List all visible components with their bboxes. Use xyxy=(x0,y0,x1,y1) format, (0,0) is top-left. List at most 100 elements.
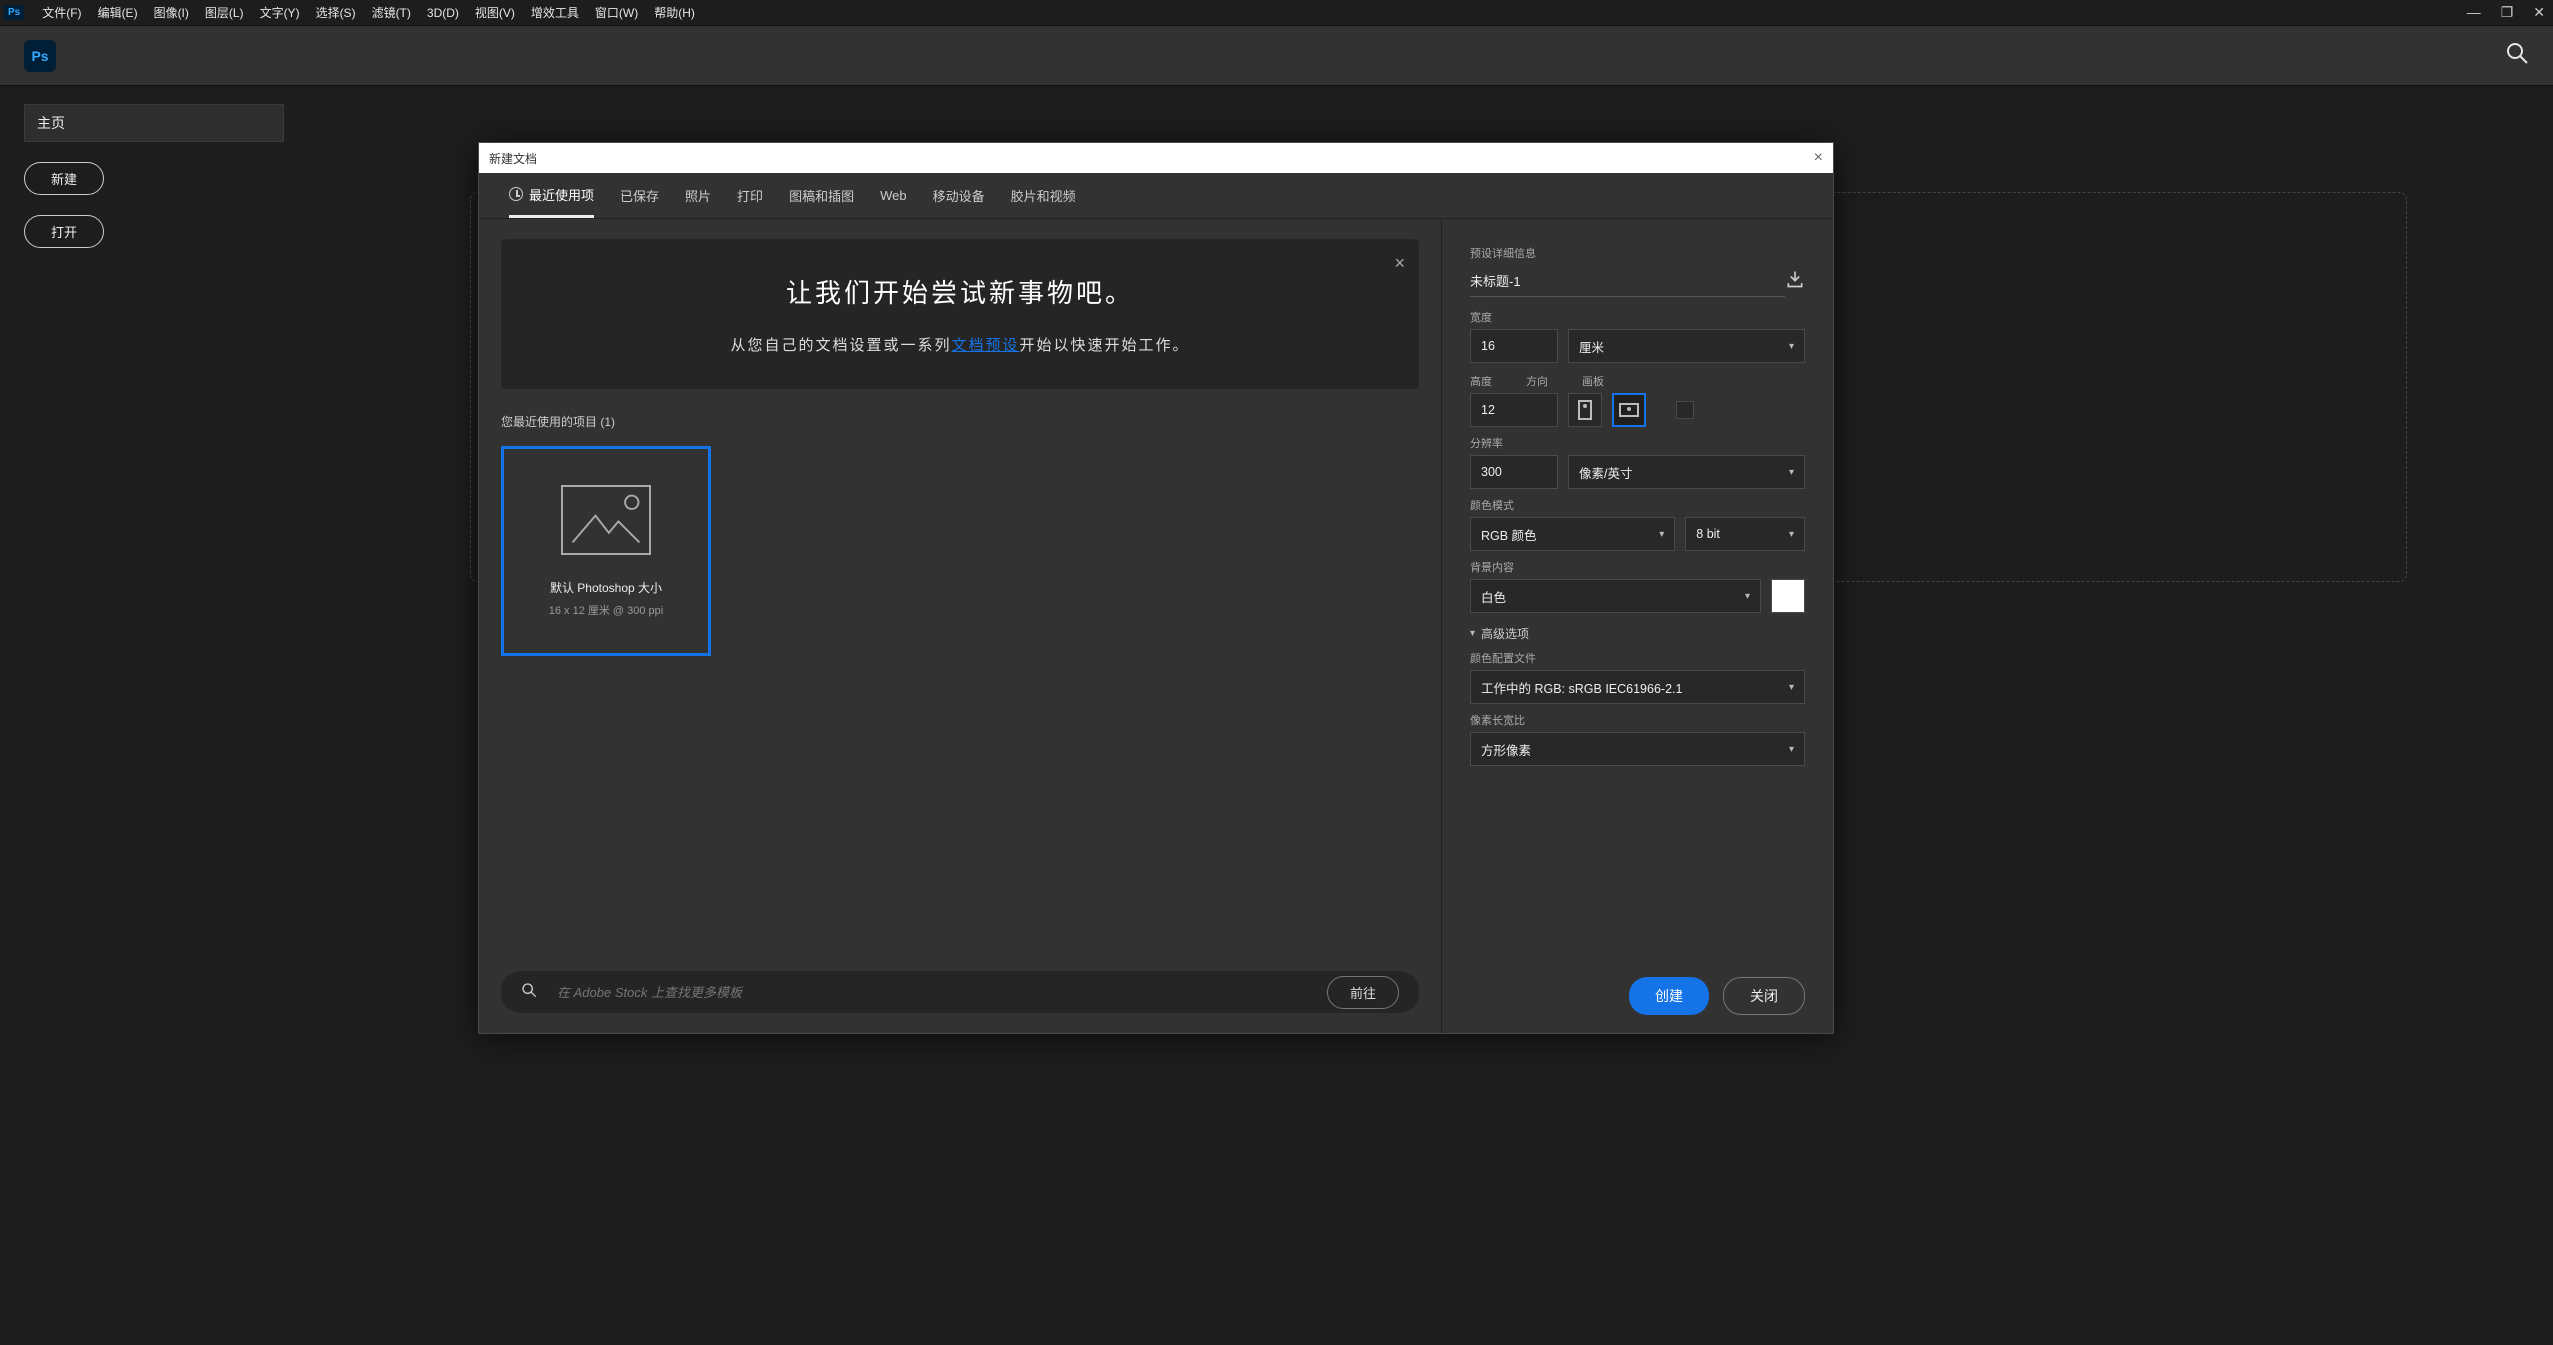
tab-saved[interactable]: 已保存 xyxy=(620,173,659,218)
tab-recent[interactable]: 最近使用项 xyxy=(509,173,594,218)
close-button[interactable]: 关闭 xyxy=(1723,977,1805,1015)
doc-name-input[interactable]: 未标题-1 xyxy=(1470,265,1785,297)
stock-search-bar: 前往 xyxy=(501,971,1419,1013)
hero-text-before: 从您自己的文档设置或一系列 xyxy=(730,337,951,354)
menu-layer[interactable]: 图层(L) xyxy=(197,0,252,25)
dialog-right-panel: 预设详细信息 未标题-1 宽度 厘米 ▾ xyxy=(1441,219,1833,1033)
stock-go-button[interactable]: 前往 xyxy=(1327,976,1399,1009)
dialog-tabs: 最近使用项 已保存 照片 打印 图稿和插图 Web 移动设备 胶片和视频 xyxy=(479,173,1833,219)
width-label: 宽度 xyxy=(1470,309,1805,325)
new-button[interactable]: 新建 xyxy=(24,162,104,195)
preset-title: 默认 Photoshop 大小 xyxy=(550,579,662,596)
chevron-down-icon: ▾ xyxy=(1789,529,1794,540)
dialog-titlebar[interactable]: 新建文档 × xyxy=(479,143,1833,173)
tab-print[interactable]: 打印 xyxy=(737,173,763,218)
tab-web[interactable]: Web xyxy=(880,173,907,218)
chevron-down-icon: ▾ xyxy=(1789,744,1794,755)
landscape-icon xyxy=(1619,403,1639,417)
advanced-toggle[interactable]: ▾ 高级选项 xyxy=(1470,625,1805,642)
dialog-close-icon[interactable]: × xyxy=(1814,149,1823,167)
menubar: Ps 文件(F) 编辑(E) 图像(I) 图层(L) 文字(Y) 选择(S) 滤… xyxy=(0,0,2553,26)
menu-plugins[interactable]: 增效工具 xyxy=(523,0,587,25)
resolution-unit-value: 像素/英寸 xyxy=(1579,463,1632,482)
par-value: 方形像素 xyxy=(1481,740,1531,759)
hero-text-after: 开始以快速开始工作。 xyxy=(1020,337,1190,354)
menu-image[interactable]: 图像(I) xyxy=(146,0,197,25)
orientation-landscape[interactable] xyxy=(1612,393,1646,427)
open-button[interactable]: 打开 xyxy=(24,215,104,248)
maximize-icon[interactable]: ❐ xyxy=(2497,4,2518,21)
chevron-down-icon: ▾ xyxy=(1659,529,1664,540)
ps-badge: Ps xyxy=(4,5,24,20)
dialog-title: 新建文档 xyxy=(489,150,537,167)
home-tab[interactable]: 主页 xyxy=(24,104,284,142)
hero-close-icon[interactable]: × xyxy=(1394,253,1405,274)
window-controls: — ❐ ✕ xyxy=(2463,4,2549,21)
hero-title: 让我们开始尝试新事物吧。 xyxy=(531,273,1389,310)
advanced-label: 高级选项 xyxy=(1481,625,1529,642)
menu-file[interactable]: 文件(F) xyxy=(34,0,89,25)
menu-3d[interactable]: 3D(D) xyxy=(419,2,467,24)
chevron-down-icon: ▾ xyxy=(1470,628,1475,639)
color-mode-select[interactable]: RGB 颜色 ▾ xyxy=(1470,517,1675,551)
chevron-down-icon: ▾ xyxy=(1789,467,1794,478)
menu-filter[interactable]: 滤镜(T) xyxy=(364,0,419,25)
menu-help[interactable]: 帮助(H) xyxy=(646,0,703,25)
resolution-unit-select[interactable]: 像素/英寸 ▾ xyxy=(1568,455,1805,489)
height-label: 高度 xyxy=(1470,373,1492,389)
preset-card-default[interactable]: 默认 Photoshop 大小 16 x 12 厘米 @ 300 ppi xyxy=(501,446,711,656)
color-profile-value: 工作中的 RGB: sRGB IEC61966-2.1 xyxy=(1481,678,1682,697)
color-profile-label: 颜色配置文件 xyxy=(1470,650,1805,666)
orientation-portrait[interactable] xyxy=(1568,393,1602,427)
unit-select[interactable]: 厘米 ▾ xyxy=(1568,329,1805,363)
color-mode-value: RGB 颜色 xyxy=(1481,525,1537,544)
tool-row: Ps xyxy=(0,26,2553,86)
chevron-down-icon: ▾ xyxy=(1745,591,1750,602)
chevron-down-icon: ▾ xyxy=(1789,682,1794,693)
background-value: 白色 xyxy=(1481,587,1506,606)
search-icon xyxy=(521,982,537,1003)
bit-depth-select[interactable]: 8 bit ▾ xyxy=(1685,517,1805,551)
create-button[interactable]: 创建 xyxy=(1629,977,1709,1015)
new-document-dialog: 新建文档 × 最近使用项 已保存 照片 打印 图稿和插图 Web 移动设备 胶片… xyxy=(478,142,1834,1034)
search-icon[interactable] xyxy=(2505,41,2529,71)
image-icon xyxy=(561,485,651,555)
artboards-label: 画板 xyxy=(1582,373,1604,389)
dialog-left: × 让我们开始尝试新事物吧。 从您自己的文档设置或一系列文档预设开始以快速开始工… xyxy=(479,219,1441,1033)
chevron-down-icon: ▾ xyxy=(1789,341,1794,352)
tab-art[interactable]: 图稿和插图 xyxy=(789,173,854,218)
home-left-column: 主页 新建 打开 xyxy=(24,104,284,248)
background-label: 背景内容 xyxy=(1470,559,1805,575)
hero-banner: × 让我们开始尝试新事物吧。 从您自己的文档设置或一系列文档预设开始以快速开始工… xyxy=(501,239,1419,389)
tab-photo[interactable]: 照片 xyxy=(685,173,711,218)
portrait-icon xyxy=(1578,400,1592,420)
menu-select[interactable]: 选择(S) xyxy=(308,0,364,25)
stock-search-input[interactable] xyxy=(557,985,1307,1000)
menu-view[interactable]: 视图(V) xyxy=(467,0,523,25)
resolution-label: 分辨率 xyxy=(1470,435,1805,451)
recent-label: 您最近使用的项目 (1) xyxy=(501,413,1419,430)
main-area: 主页 新建 打开 新建文档 × 最近使用项 已保存 照片 打印 图稿和插图 We… xyxy=(0,86,2553,1345)
artboards-checkbox[interactable] xyxy=(1676,401,1694,419)
menu-window[interactable]: 窗口(W) xyxy=(587,0,646,25)
par-select[interactable]: 方形像素 ▾ xyxy=(1470,732,1805,766)
width-input[interactable] xyxy=(1470,329,1558,363)
resolution-input[interactable] xyxy=(1470,455,1558,489)
tab-recent-label: 最近使用项 xyxy=(529,185,594,204)
ps-logo[interactable]: Ps xyxy=(24,40,56,72)
menu-type[interactable]: 文字(Y) xyxy=(252,0,308,25)
height-input[interactable] xyxy=(1470,393,1558,427)
close-icon[interactable]: ✕ xyxy=(2529,4,2549,21)
tab-film[interactable]: 胶片和视频 xyxy=(1011,173,1076,218)
save-preset-icon[interactable] xyxy=(1785,269,1805,294)
tab-mobile[interactable]: 移动设备 xyxy=(933,173,985,218)
background-color-swatch[interactable] xyxy=(1771,579,1805,613)
background-select[interactable]: 白色 ▾ xyxy=(1470,579,1761,613)
hero-link[interactable]: 文档预设 xyxy=(951,337,1019,354)
par-label: 像素长宽比 xyxy=(1470,712,1805,728)
color-profile-select[interactable]: 工作中的 RGB: sRGB IEC61966-2.1 ▾ xyxy=(1470,670,1805,704)
minimize-icon[interactable]: — xyxy=(2463,4,2485,21)
menu-edit[interactable]: 编辑(E) xyxy=(90,0,146,25)
bit-depth-value: 8 bit xyxy=(1696,527,1720,541)
unit-value: 厘米 xyxy=(1579,337,1604,356)
